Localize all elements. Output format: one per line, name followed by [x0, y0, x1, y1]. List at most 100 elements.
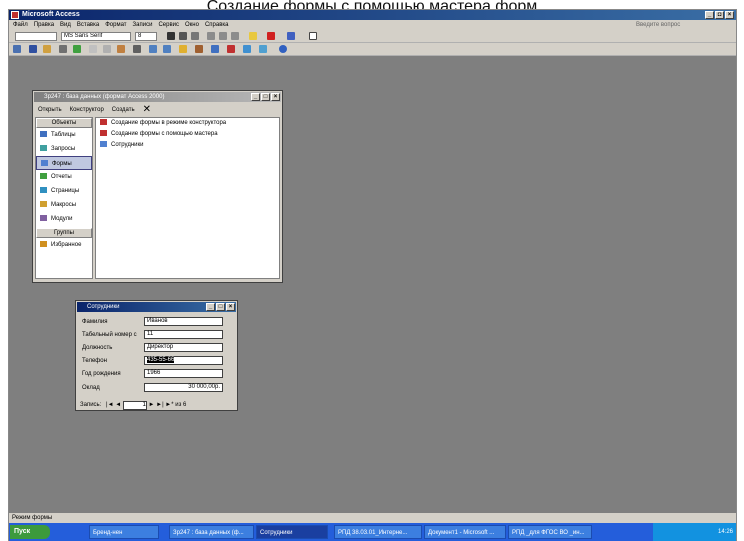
- next-record-button[interactable]: ►: [149, 402, 155, 408]
- menu-window[interactable]: Окно: [185, 20, 199, 30]
- underline-icon[interactable]: [191, 32, 199, 40]
- taskbar-item[interactable]: Бренд-нен: [89, 525, 159, 539]
- font-size-select[interactable]: 8: [135, 32, 157, 41]
- align-right-icon[interactable]: [231, 32, 239, 40]
- group-favorites[interactable]: Избранное: [36, 238, 92, 252]
- italic-icon[interactable]: [179, 32, 187, 40]
- font-color-icon[interactable]: [267, 32, 275, 40]
- object-modules[interactable]: Модули: [36, 212, 92, 226]
- table-icon: [40, 131, 47, 138]
- field-label: Телефон: [82, 358, 107, 364]
- border-icon[interactable]: [309, 32, 317, 40]
- view-icon[interactable]: [13, 45, 21, 53]
- record-navigator: Запись: |◄ ◄ 1 ► ►| ►* из 6: [77, 400, 236, 410]
- cut-icon[interactable]: [89, 45, 97, 53]
- filter-icon[interactable]: [179, 45, 187, 53]
- new-record-icon[interactable]: [211, 45, 219, 53]
- new-object-icon[interactable]: [259, 45, 267, 53]
- create-button[interactable]: Создать: [112, 104, 135, 116]
- db-window-controls: _ □ ×: [251, 93, 280, 101]
- position-field[interactable]: Директор: [144, 343, 223, 352]
- object-tables[interactable]: Таблицы: [36, 128, 92, 142]
- app-title: Microsoft Access: [22, 11, 80, 18]
- bold-icon[interactable]: [167, 32, 175, 40]
- list-item[interactable]: Создание формы в режиме конструктора: [96, 118, 279, 129]
- db-toolbar: Открыть Конструктор Создать ✕: [35, 104, 151, 116]
- sort-desc-icon[interactable]: [163, 45, 171, 53]
- sort-asc-icon[interactable]: [149, 45, 157, 53]
- object-reports[interactable]: Отчеты: [36, 170, 92, 184]
- menu-edit[interactable]: Правка: [34, 20, 54, 30]
- menu-help[interactable]: Справка: [205, 20, 229, 30]
- object-macros[interactable]: Макросы: [36, 198, 92, 212]
- help-question-box[interactable]: Введите вопрос: [636, 21, 706, 29]
- tab-number-field[interactable]: 11: [144, 330, 223, 339]
- form-minimize-button[interactable]: _: [206, 303, 215, 311]
- salary-field[interactable]: 30 000,00р.: [144, 383, 223, 392]
- record-number-input[interactable]: 1: [122, 401, 147, 410]
- save-icon[interactable]: [29, 45, 37, 53]
- design-button[interactable]: Конструктор: [70, 104, 104, 116]
- preview-icon[interactable]: [73, 45, 81, 53]
- align-center-icon[interactable]: [219, 32, 227, 40]
- form-close-button[interactable]: ×: [226, 303, 235, 311]
- menu-file[interactable]: Файл: [13, 20, 28, 30]
- object-queries[interactable]: Запросы: [36, 142, 92, 156]
- font-name-select[interactable]: MS Sans Serif: [61, 32, 131, 41]
- list-item[interactable]: Создание формы с помощью мастера: [96, 129, 279, 140]
- surname-field[interactable]: Иванов: [144, 317, 223, 326]
- print-icon[interactable]: [59, 45, 67, 53]
- list-item[interactable]: Сотрудники: [96, 140, 279, 151]
- align-left-icon[interactable]: [207, 32, 215, 40]
- database-window-icon[interactable]: [243, 45, 251, 53]
- restore-button[interactable]: ◘: [715, 11, 724, 19]
- taskbar-item[interactable]: Зр247 : база данных (ф...: [169, 525, 254, 539]
- find-icon[interactable]: [195, 45, 203, 53]
- favorites-folder-icon: [40, 241, 47, 248]
- delete-icon[interactable]: ✕: [143, 104, 151, 116]
- menu-records[interactable]: Записи: [133, 20, 153, 30]
- taskbar-item[interactable]: Документ1 - Microsoft ...: [424, 525, 506, 539]
- birth-year-field[interactable]: 1966: [144, 369, 223, 378]
- taskbar-item[interactable]: РПД 38.03.01_Интерне...: [334, 525, 422, 539]
- new-record-button[interactable]: ►*: [165, 402, 173, 408]
- first-record-button[interactable]: |◄: [106, 402, 114, 408]
- prev-record-button[interactable]: ◄: [115, 402, 121, 408]
- fill-color-icon[interactable]: [249, 32, 257, 40]
- menu-format[interactable]: Формат: [105, 20, 126, 30]
- clock: 14:26: [717, 529, 733, 535]
- db-close-button[interactable]: ×: [271, 93, 280, 101]
- taskbar-item[interactable]: РПД _для ФГОС ВО _ин...: [508, 525, 592, 539]
- form-icon: [100, 141, 107, 148]
- close-button[interactable]: ×: [725, 11, 734, 19]
- line-color-icon[interactable]: [287, 32, 295, 40]
- phone-field[interactable]: 435-55-66: [144, 356, 223, 365]
- record-count: из 6: [175, 402, 187, 408]
- start-button[interactable]: Пуск: [10, 525, 50, 539]
- undo-icon[interactable]: [133, 45, 141, 53]
- paste-icon[interactable]: [117, 45, 125, 53]
- taskbar-item-active[interactable]: Сотрудники: [256, 525, 328, 539]
- search-icon[interactable]: [43, 45, 51, 53]
- db-minimize-button[interactable]: _: [251, 93, 260, 101]
- objects-header[interactable]: Объекты: [36, 118, 92, 128]
- form-maximize-button[interactable]: □: [216, 303, 225, 311]
- module-icon: [40, 215, 47, 222]
- menu-insert[interactable]: Вставка: [77, 20, 99, 30]
- field-label: Табельный номер с: [82, 332, 137, 338]
- menu-tools[interactable]: Сервис: [158, 20, 179, 30]
- object-select[interactable]: [15, 32, 57, 41]
- last-record-button[interactable]: ►|: [156, 402, 164, 408]
- groups-header[interactable]: Группы: [36, 228, 92, 238]
- object-forms[interactable]: Формы: [36, 156, 92, 170]
- delete-record-icon[interactable]: [227, 45, 235, 53]
- phone-value-selected: 435-55-66: [147, 357, 175, 363]
- help-icon[interactable]: [279, 45, 287, 53]
- forms-list: Создание формы в режиме конструктора Соз…: [95, 117, 280, 279]
- object-pages[interactable]: Страницы: [36, 184, 92, 198]
- db-maximize-button[interactable]: □: [261, 93, 270, 101]
- minimize-button[interactable]: _: [705, 11, 714, 19]
- open-button[interactable]: Открыть: [38, 104, 62, 116]
- copy-icon[interactable]: [103, 45, 111, 53]
- menu-view[interactable]: Вид: [60, 20, 71, 30]
